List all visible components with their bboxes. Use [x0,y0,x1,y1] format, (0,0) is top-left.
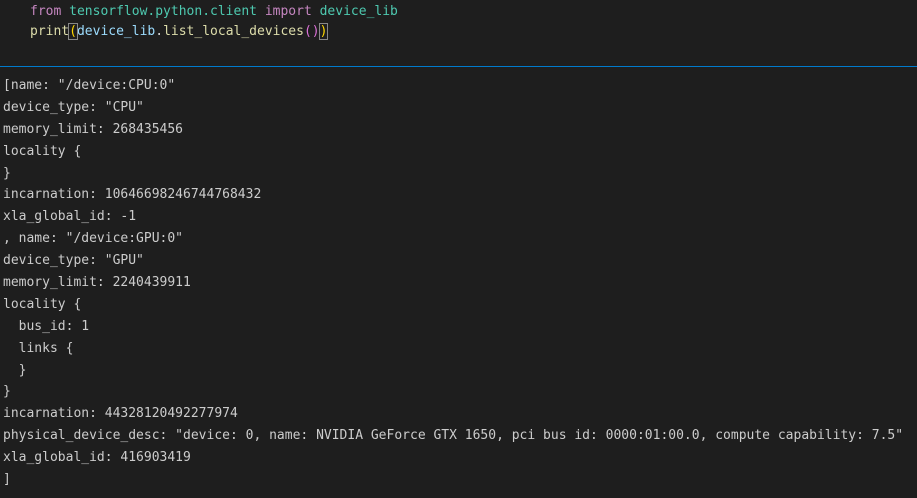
output-line: } [3,384,11,400]
output-line: xla_global_id: -1 [3,209,137,225]
output-line: links { [3,340,74,356]
output-line: device_type: "GPU" [3,253,144,269]
code-line-print[interactable]: print(device_lib.list_local_devices()) [30,22,329,42]
output-line: ] [3,472,11,488]
output-line: bus_id: 1 [3,318,90,334]
module-name: tensorflow.python.client [69,4,257,19]
cell-output: [name: "/device:CPU:0" device_type: "CPU… [3,75,913,491]
output-divider [0,66,917,67]
output-line: xla_global_id: 416903419 [3,450,191,466]
keyword-from: from [30,4,62,19]
dot-operator: . [155,24,164,39]
device-lib-object: device_lib [76,24,156,39]
print-function: print [30,24,70,39]
imported-name: device_lib [319,4,398,19]
output-line: } [3,165,11,181]
output-line: } [3,362,27,378]
output-line: device_type: "CPU" [3,99,144,115]
inner-parens: () [303,24,320,39]
output-line: locality { [3,296,82,312]
output-line: , name: "/device:GPU:0" [3,231,184,247]
code-editor[interactable]: from tensorflow.python.client import dev… [0,0,917,66]
list-local-devices-method: list_local_devices [163,24,304,39]
close-paren: ) [318,23,329,40]
output-line: incarnation: 4432812049227​7974 [3,406,238,422]
output-line: locality { [3,143,82,159]
code-line-import[interactable]: from tensorflow.python.client import dev… [30,2,398,22]
open-paren: ( [68,23,78,40]
output-line: [name: "/device:CPU:0" [3,78,176,93]
output-line: incarnation: 10646698246744768432 [3,187,262,203]
keyword-import: import [264,4,312,19]
output-line: physical_device_desc: "device: 0, name: … [3,428,904,444]
output-line: memory_limit: 268435456 [3,121,184,137]
output-line: memory_limit: 2240439911 [3,275,191,291]
